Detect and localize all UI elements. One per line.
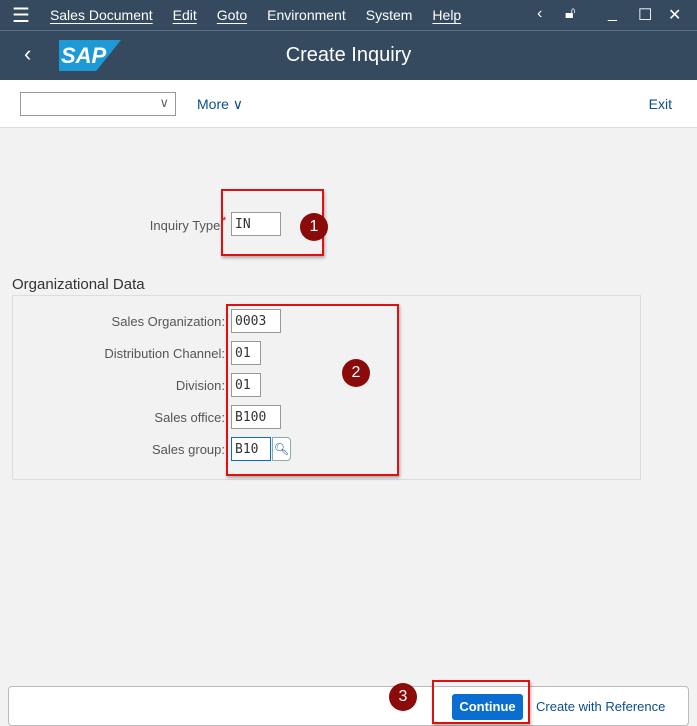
- division-label: Division:: [175, 378, 225, 393]
- more-button[interactable]: More ∨: [197, 96, 243, 113]
- sales-office-label: Sales office:: [154, 410, 225, 425]
- distribution-channel-label: Distribution Channel:: [104, 346, 225, 361]
- close-icon[interactable]: ✕: [668, 5, 681, 25]
- command-dropdown[interactable]: ∨: [20, 92, 176, 116]
- toolbar: ∨ More ∨ Exit: [0, 80, 697, 128]
- maximize-icon[interactable]: ☐: [638, 5, 652, 25]
- chevron-down-icon: ∨: [159, 95, 169, 110]
- menu-bar: ☰ Sales Document Edit Goto Environment S…: [0, 0, 697, 31]
- unlock-icon[interactable]: 🔓︎: [565, 5, 575, 23]
- menu-edit[interactable]: Edit: [173, 7, 197, 23]
- inquiry-type-label: Inquiry Type:: [149, 218, 224, 233]
- more-label: More: [197, 96, 229, 112]
- create-with-reference-button[interactable]: Create with Reference: [536, 699, 665, 714]
- step-badge-1: 1: [300, 213, 328, 241]
- sales-org-label: Sales Organization:: [111, 314, 225, 329]
- menu-icon[interactable]: ☰: [12, 3, 30, 28]
- step-badge-3: 3: [389, 683, 417, 711]
- minimize-icon[interactable]: _: [608, 5, 617, 23]
- section-title: Organizational Data: [12, 276, 145, 293]
- chevron-left-icon[interactable]: ‹: [537, 5, 542, 23]
- menu-system[interactable]: System: [366, 7, 413, 23]
- menu-sales-document[interactable]: Sales Document: [50, 7, 153, 23]
- menu-help[interactable]: Help: [432, 7, 461, 23]
- highlight-box-2: [226, 304, 399, 476]
- page-title: Create Inquiry: [285, 44, 412, 66]
- step-badge-2: 2: [342, 359, 370, 387]
- continue-button[interactable]: Continue: [452, 694, 523, 720]
- exit-button[interactable]: Exit: [649, 96, 672, 112]
- menu-goto[interactable]: Goto: [217, 7, 247, 23]
- sales-group-label: Sales group:: [152, 442, 225, 457]
- title-bar: ‹ SAP Create Inquiry: [0, 31, 697, 80]
- menu-environment[interactable]: Environment: [267, 7, 346, 23]
